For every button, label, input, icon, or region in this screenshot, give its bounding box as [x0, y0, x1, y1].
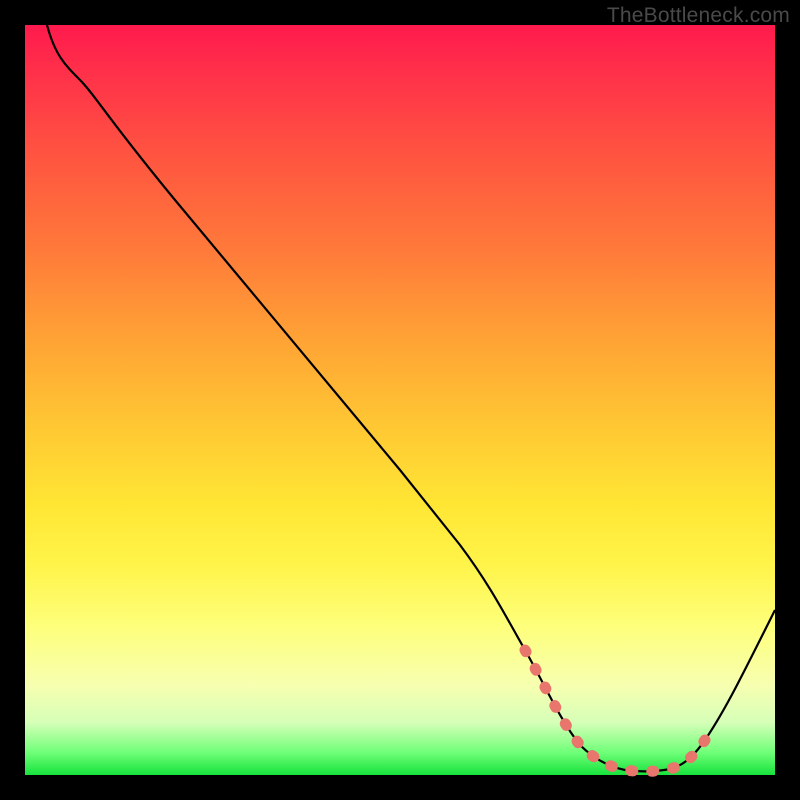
- bottleneck-curve: [25, 25, 775, 775]
- attribution-text: TheBottleneck.com: [607, 4, 790, 28]
- highlight-dots: [525, 650, 705, 771]
- gradient-plot-area: [25, 25, 775, 775]
- outer-frame: TheBottleneck.com: [0, 0, 800, 800]
- curve-path: [47, 25, 775, 771]
